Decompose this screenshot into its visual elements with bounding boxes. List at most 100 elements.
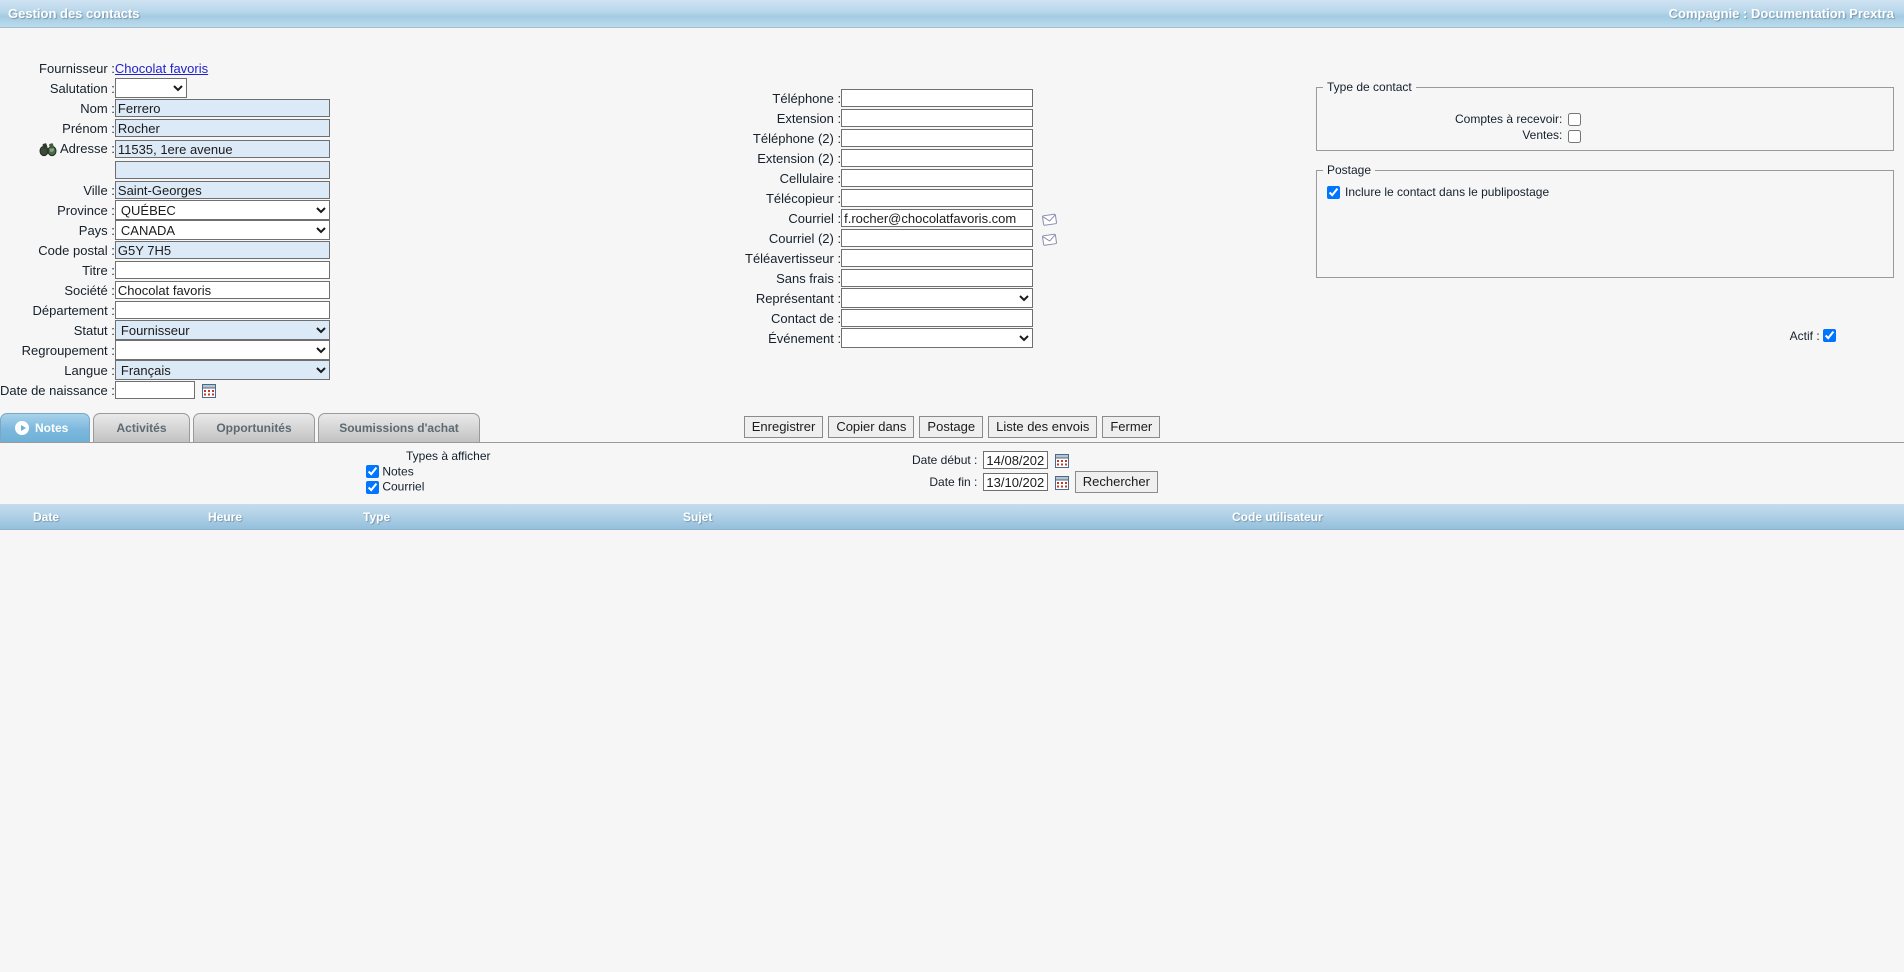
date-debut-row: Date début : <box>912 451 1158 471</box>
adresse2-input[interactable] <box>114 161 330 179</box>
column-header-type[interactable]: Type <box>363 510 390 524</box>
tab-activites-label: Activités <box>116 421 167 435</box>
publipostage-checkbox[interactable] <box>1327 185 1340 199</box>
binoculars-icon[interactable] <box>39 141 57 157</box>
telephone-input[interactable] <box>841 89 1034 107</box>
checkbox-row-comptes-a-recevoir: Comptes à recevoir: <box>1455 112 1582 128</box>
prenom-label: Prénom : <box>62 120 115 136</box>
field-row-titre: Titre : <box>0 260 330 280</box>
type-filter-notes-label: Notes <box>382 464 414 479</box>
tab-opportunites[interactable]: Opportunités <box>193 413 315 442</box>
evenement-select[interactable] <box>841 328 1034 348</box>
tab-notes-label: Notes <box>35 421 69 435</box>
date-fin-input[interactable] <box>983 473 1049 491</box>
contact-de-input[interactable] <box>841 309 1034 327</box>
salutation-select[interactable] <box>114 78 187 98</box>
field-row-courriel: Courriel : <box>745 208 1057 228</box>
date-debut-input[interactable] <box>983 451 1049 469</box>
types-a-afficher-block: Types à afficher Notes Courriel <box>366 449 491 495</box>
teleavertisseur-input[interactable] <box>841 249 1034 267</box>
field-row-telecopieur: Télécopieur : <box>745 188 1057 208</box>
pays-label: Pays : <box>78 222 115 238</box>
telephone-label: Téléphone : <box>772 90 842 106</box>
column-header-date[interactable]: Date <box>33 510 59 524</box>
actif-checkbox[interactable] <box>1823 329 1836 343</box>
column-header-heure[interactable]: Heure <box>208 510 242 524</box>
societe-input[interactable] <box>114 281 330 299</box>
courriel2-input[interactable] <box>841 229 1034 247</box>
calendar-icon-date-debut[interactable] <box>1054 454 1069 469</box>
type-filter-courriel-label: Courriel <box>382 479 425 494</box>
tab-notes[interactable]: Notes <box>0 413 90 442</box>
field-row-province: Province : QUÉBEC <box>0 200 330 220</box>
province-select[interactable]: QUÉBEC <box>114 200 330 220</box>
type-filter-courriel-checkbox[interactable] <box>366 480 379 494</box>
adresse-label: Adresse : <box>59 140 115 156</box>
envelope-icon-2[interactable] <box>1041 233 1057 246</box>
column-header-sujet[interactable]: Sujet <box>683 510 712 524</box>
fournisseur-link[interactable]: Chocolat favoris <box>115 61 208 76</box>
nom-input[interactable] <box>114 99 330 117</box>
fournisseur-label: Fournisseur : <box>39 60 115 76</box>
comptes-a-recevoir-checkbox[interactable] <box>1568 113 1582 127</box>
field-row-telephone: Téléphone : <box>745 88 1057 108</box>
tab-soumissions-dachat-label: Soumissions d'achat <box>339 421 459 435</box>
statut-select[interactable]: Fournisseur <box>114 320 330 340</box>
representant-label: Représentant : <box>755 290 842 306</box>
contact-form-area: Fournisseur : Chocolat favoris Salutatio… <box>0 28 1904 438</box>
form-column-left: Fournisseur : Chocolat favoris Salutatio… <box>0 58 500 400</box>
calendar-icon[interactable] <box>201 384 216 399</box>
cellulaire-input[interactable] <box>841 169 1034 187</box>
pays-select[interactable]: CANADA <box>114 220 330 240</box>
date-range-table: Date début : 14/08/2022 Date fin: 13/10… <box>912 451 1158 495</box>
nom-label: Nom : <box>80 100 115 116</box>
tab-activites[interactable]: Activités <box>93 413 190 442</box>
field-row-adresse2 <box>0 160 330 180</box>
sans-frais-input[interactable] <box>841 269 1034 287</box>
departement-label: Département : <box>32 302 115 318</box>
ventes-checkbox[interactable] <box>1568 129 1582 143</box>
form-column-right: Type de contact Comptes à recevoir: Vent… <box>1316 80 1894 290</box>
type-contact-checkbox-table: Comptes à recevoir: Ventes: <box>1455 112 1582 145</box>
notes-filter-panel: Types à afficher Notes Courriel Date déb… <box>0 442 1904 504</box>
ville-input[interactable] <box>114 181 330 199</box>
rechercher-button[interactable]: Rechercher <box>1074 471 1158 493</box>
date-naissance-input[interactable] <box>114 381 195 399</box>
column-header-code-utilisateur[interactable]: Code utilisateur <box>1232 510 1323 524</box>
regroupement-select[interactable] <box>114 340 330 360</box>
tab-soumissions-dachat[interactable]: Soumissions d'achat <box>318 413 480 442</box>
regroupement-label: Regroupement : <box>21 342 115 358</box>
langue-select[interactable]: Français <box>114 360 330 380</box>
type-de-contact-legend: Type de contact <box>1327 80 1412 94</box>
representant-select[interactable] <box>841 288 1034 308</box>
type-filter-notes[interactable]: Notes <box>366 464 491 479</box>
field-row-salutation: Salutation : <box>0 78 330 98</box>
evenement-label: Événement : <box>768 330 842 346</box>
date-debut-label: Date début : <box>912 453 978 467</box>
calendar-icon-date-fin[interactable] <box>1054 476 1069 491</box>
field-row-extension2: Extension (2) : <box>745 148 1057 168</box>
courriel-input[interactable] <box>841 209 1034 227</box>
societe-label: Société : <box>64 282 115 298</box>
telephone2-input[interactable] <box>841 129 1034 147</box>
adresse-input[interactable] <box>114 140 330 158</box>
departement-input[interactable] <box>114 301 330 319</box>
teleavertisseur-label: Téléavertisseur : <box>745 250 842 266</box>
type-filter-courriel[interactable]: Courriel <box>366 479 491 494</box>
province-label: Province : <box>57 202 115 218</box>
envelope-icon[interactable] <box>1041 213 1057 226</box>
company-label: Compagnie : Documentation Prextra <box>1668 6 1894 21</box>
type-filter-notes-checkbox[interactable] <box>366 465 379 479</box>
code-postal-input[interactable] <box>114 241 330 259</box>
extension2-input[interactable] <box>841 149 1034 167</box>
types-a-afficher-title: Types à afficher <box>406 449 491 463</box>
prenom-input[interactable] <box>114 119 330 137</box>
field-row-fournisseur: Fournisseur : Chocolat favoris <box>0 58 330 78</box>
left-fields-table: Fournisseur : Chocolat favoris Salutatio… <box>0 58 330 400</box>
field-row-code-postal: Code postal : <box>0 240 330 260</box>
extension-input[interactable] <box>841 109 1034 127</box>
tab-bar: Notes Activités Opportunités Soumissions… <box>0 413 1904 443</box>
telecopieur-input[interactable] <box>841 189 1034 207</box>
publipostage-row[interactable]: Inclure le contact dans le publipostage <box>1327 185 1883 199</box>
titre-input[interactable] <box>114 261 330 279</box>
